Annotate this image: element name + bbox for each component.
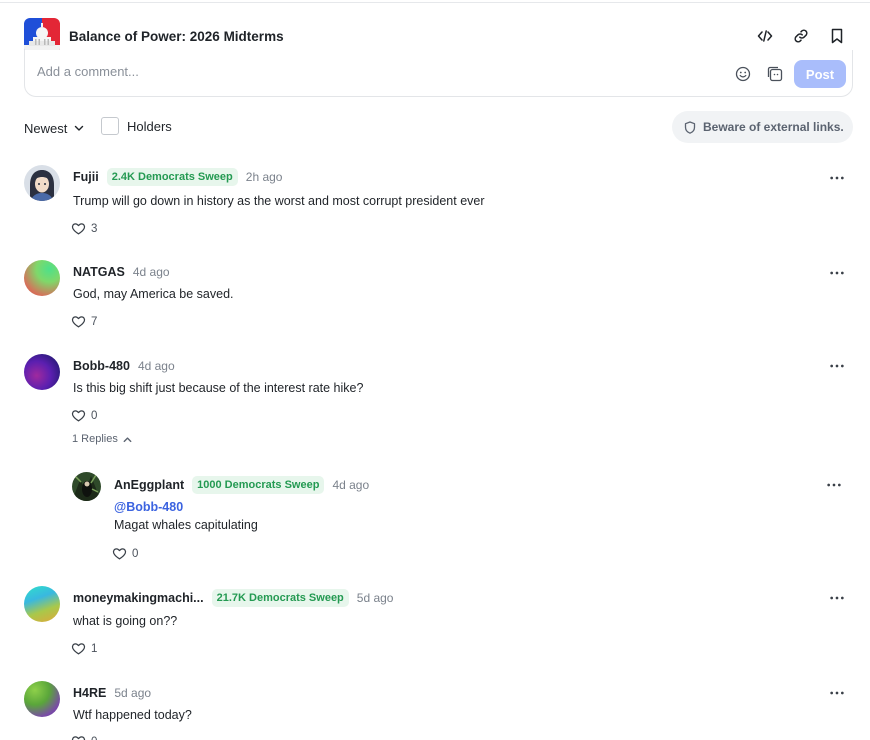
external-links-warning: Beware of external links.	[672, 111, 853, 143]
like-count: 3	[91, 222, 98, 235]
like-count: 0	[91, 736, 97, 740]
embed-code-icon[interactable]	[755, 26, 775, 46]
username[interactable]: moneymakingmachi...	[73, 591, 204, 605]
timestamp: 5d ago	[114, 686, 152, 700]
heart-icon	[71, 408, 86, 423]
like-count: 0	[91, 409, 98, 422]
more-options-icon[interactable]	[825, 479, 843, 491]
gif-icon[interactable]	[766, 65, 784, 83]
position-badge: 2.4K Democrats Sweep	[106, 168, 238, 186]
username[interactable]: Fujii	[73, 170, 99, 184]
avatar[interactable]	[72, 472, 101, 501]
holders-filter[interactable]: Holders	[101, 117, 172, 135]
more-options-icon[interactable]	[828, 687, 846, 699]
more-options-icon[interactable]	[828, 172, 846, 184]
like-count: 1	[91, 642, 98, 655]
comment-text: Trump will go down in history as the wor…	[73, 194, 485, 208]
comment-text: Wtf happened today?	[73, 708, 192, 722]
username[interactable]: NATGAS	[73, 265, 125, 279]
avatar[interactable]	[24, 354, 60, 390]
comment-text: Is this big shift just because of the in…	[73, 381, 364, 395]
emoji-icon[interactable]	[734, 65, 752, 83]
chevron-up-icon	[123, 436, 132, 442]
replies-label: 1 Replies	[72, 433, 118, 445]
comment-text: what is going on??	[73, 614, 178, 628]
holders-label: Holders	[127, 118, 172, 134]
shield-icon	[684, 120, 696, 134]
like-button[interactable]: 7	[71, 314, 97, 329]
comment-text: God, may America be saved.	[73, 287, 234, 301]
comment-box: Post	[24, 50, 853, 97]
like-button[interactable]: 0	[71, 734, 97, 740]
sort-label: Newest	[24, 120, 68, 136]
heart-icon	[71, 734, 86, 740]
avatar[interactable]	[24, 681, 60, 717]
username[interactable]: AnEggplant	[114, 478, 184, 492]
username[interactable]: H4RE	[73, 686, 106, 700]
like-button[interactable]: 0	[71, 408, 97, 423]
like-button[interactable]: 0	[112, 546, 138, 561]
holders-checkbox[interactable]	[101, 117, 119, 135]
timestamp: 4d ago	[132, 265, 170, 279]
heart-icon	[112, 546, 127, 561]
timestamp: 2h ago	[245, 170, 283, 184]
sort-dropdown[interactable]: Newest	[24, 119, 85, 137]
bookmark-icon[interactable]	[827, 26, 847, 46]
user-mention[interactable]: @Bobb-480	[114, 500, 183, 514]
link-icon[interactable]	[791, 26, 811, 46]
avatar[interactable]	[24, 165, 60, 201]
more-options-icon[interactable]	[828, 360, 846, 372]
comment-input[interactable]	[37, 64, 637, 79]
position-badge: 1000 Democrats Sweep	[192, 476, 325, 494]
like-count: 0	[132, 547, 139, 560]
post-button[interactable]: Post	[794, 60, 846, 88]
heart-icon	[71, 221, 86, 236]
top-divider	[0, 2, 870, 3]
market-title[interactable]: Balance of Power: 2026 Midterms	[69, 29, 284, 44]
more-options-icon[interactable]	[828, 267, 846, 279]
avatar[interactable]	[24, 260, 60, 296]
heart-icon	[71, 641, 86, 656]
comment-text: Magat whales capitulating	[114, 518, 258, 532]
warning-text: Beware of external links.	[703, 120, 844, 134]
more-options-icon[interactable]	[828, 592, 846, 604]
capitol-building-icon	[24, 18, 60, 54]
replies-toggle[interactable]: 1 Replies	[72, 433, 133, 445]
username[interactable]: Bobb-480	[73, 359, 130, 373]
position-badge: 21.7K Democrats Sweep	[211, 589, 349, 607]
timestamp: 4d ago	[137, 359, 175, 373]
heart-icon	[71, 314, 86, 329]
timestamp: 5d ago	[356, 591, 394, 605]
chevron-down-icon	[75, 125, 84, 131]
like-button[interactable]: 1	[71, 641, 97, 656]
like-button[interactable]: 3	[71, 221, 97, 236]
like-count: 7	[91, 315, 98, 328]
avatar[interactable]	[24, 586, 60, 622]
timestamp: 4d ago	[332, 478, 370, 492]
